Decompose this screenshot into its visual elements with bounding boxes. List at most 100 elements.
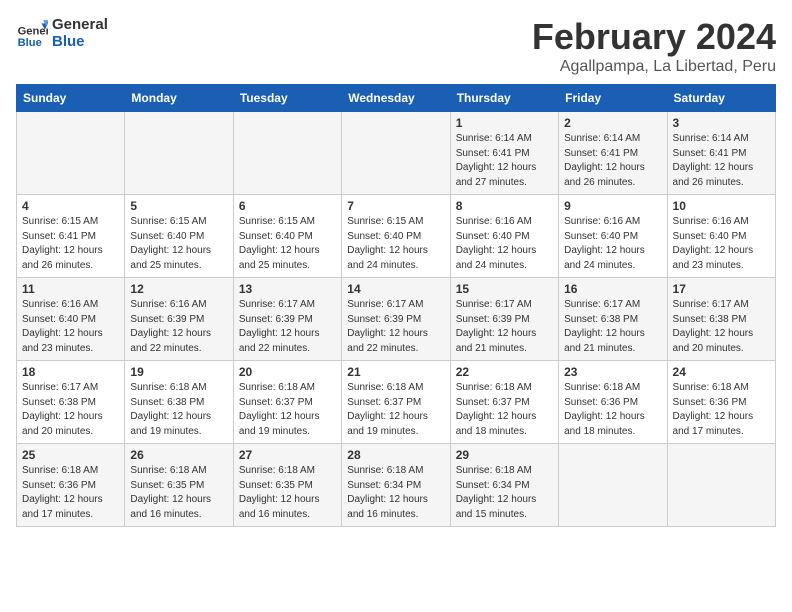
- day-info: Sunrise: 6:16 AM Sunset: 6:39 PM Dayligh…: [130, 298, 227, 356]
- day-number: 23: [564, 365, 661, 379]
- calendar-week-row: 18 Sunrise: 6:17 AM Sunset: 6:38 PM Dayli…: [17, 361, 776, 444]
- title-block: February 2024 Agallpampa, La Libertad, P…: [532, 16, 776, 76]
- day-header-wednesday: Wednesday: [342, 85, 450, 112]
- calendar-cell: 28 Sunrise: 6:18 AM Sunset: 6:34 PM Dayli…: [342, 444, 450, 527]
- day-number: 10: [673, 199, 770, 213]
- day-number: 27: [239, 448, 336, 462]
- calendar-title: February 2024: [532, 16, 776, 58]
- calendar-cell: 11 Sunrise: 6:16 AM Sunset: 6:40 PM Dayli…: [17, 278, 125, 361]
- day-number: 2: [564, 116, 661, 130]
- calendar-cell: 9 Sunrise: 6:16 AM Sunset: 6:40 PM Daylig…: [559, 195, 667, 278]
- calendar-cell: 13 Sunrise: 6:17 AM Sunset: 6:39 PM Dayli…: [233, 278, 341, 361]
- logo-line1: General: [52, 16, 108, 33]
- day-info: Sunrise: 6:14 AM Sunset: 6:41 PM Dayligh…: [564, 132, 661, 190]
- calendar-cell: 1 Sunrise: 6:14 AM Sunset: 6:41 PM Daylig…: [450, 112, 558, 195]
- calendar-cell: 6 Sunrise: 6:15 AM Sunset: 6:40 PM Daylig…: [233, 195, 341, 278]
- calendar-week-row: 11 Sunrise: 6:16 AM Sunset: 6:40 PM Dayli…: [17, 278, 776, 361]
- day-info: Sunrise: 6:15 AM Sunset: 6:40 PM Dayligh…: [347, 215, 444, 273]
- logo-icon: General Blue: [16, 17, 48, 49]
- logo-line2: Blue: [52, 33, 108, 50]
- calendar-subtitle: Agallpampa, La Libertad, Peru: [532, 58, 776, 76]
- calendar-cell: [125, 112, 233, 195]
- calendar-cell: [342, 112, 450, 195]
- day-info: Sunrise: 6:16 AM Sunset: 6:40 PM Dayligh…: [22, 298, 119, 356]
- day-number: 16: [564, 282, 661, 296]
- day-info: Sunrise: 6:17 AM Sunset: 6:39 PM Dayligh…: [239, 298, 336, 356]
- day-number: 26: [130, 448, 227, 462]
- day-number: 24: [673, 365, 770, 379]
- day-header-monday: Monday: [125, 85, 233, 112]
- calendar-week-row: 4 Sunrise: 6:15 AM Sunset: 6:41 PM Daylig…: [17, 195, 776, 278]
- calendar-cell: [559, 444, 667, 527]
- day-number: 18: [22, 365, 119, 379]
- calendar-cell: 27Sunrise: 6:18 AM Sunset: 6:35 PM Dayli…: [233, 444, 341, 527]
- day-info: Sunrise: 6:17 AM Sunset: 6:38 PM Dayligh…: [22, 381, 119, 439]
- calendar-cell: 26 Sunrise: 6:18 AM Sunset: 6:35 PM Dayli…: [125, 444, 233, 527]
- calendar-cell: 7Sunrise: 6:15 AM Sunset: 6:40 PM Daylig…: [342, 195, 450, 278]
- day-number: 11: [22, 282, 119, 296]
- day-info: Sunrise: 6:18 AM Sunset: 6:38 PM Dayligh…: [130, 381, 227, 439]
- calendar-week-row: 25 Sunrise: 6:18 AM Sunset: 6:36 PM Dayli…: [17, 444, 776, 527]
- calendar-cell: 4 Sunrise: 6:15 AM Sunset: 6:41 PM Daylig…: [17, 195, 125, 278]
- day-info: Sunrise: 6:15 AM Sunset: 6:40 PM Dayligh…: [130, 215, 227, 273]
- day-header-tuesday: Tuesday: [233, 85, 341, 112]
- day-info: Sunrise: 6:15 AM Sunset: 6:41 PM Dayligh…: [22, 215, 119, 273]
- calendar-cell: 12Sunrise: 6:16 AM Sunset: 6:39 PM Dayli…: [125, 278, 233, 361]
- day-number: 28: [347, 448, 444, 462]
- day-header-thursday: Thursday: [450, 85, 558, 112]
- calendar-cell: 10 Sunrise: 6:16 AM Sunset: 6:40 PM Dayli…: [667, 195, 775, 278]
- day-info: Sunrise: 6:14 AM Sunset: 6:41 PM Dayligh…: [673, 132, 770, 190]
- calendar-cell: 19 Sunrise: 6:18 AM Sunset: 6:38 PM Dayli…: [125, 361, 233, 444]
- day-info: Sunrise: 6:15 AM Sunset: 6:40 PM Dayligh…: [239, 215, 336, 273]
- day-number: 29: [456, 448, 553, 462]
- calendar-cell: 21Sunrise: 6:18 AM Sunset: 6:37 PM Dayli…: [342, 361, 450, 444]
- calendar-cell: 14Sunrise: 6:17 AM Sunset: 6:39 PM Dayli…: [342, 278, 450, 361]
- calendar-cell: [233, 112, 341, 195]
- day-number: 4: [22, 199, 119, 213]
- day-number: 20: [239, 365, 336, 379]
- calendar-cell: 2 Sunrise: 6:14 AM Sunset: 6:41 PM Daylig…: [559, 112, 667, 195]
- day-info: Sunrise: 6:14 AM Sunset: 6:41 PM Dayligh…: [456, 132, 553, 190]
- calendar-cell: [17, 112, 125, 195]
- day-info: Sunrise: 6:18 AM Sunset: 6:36 PM Dayligh…: [22, 464, 119, 522]
- calendar-cell: 16 Sunrise: 6:17 AM Sunset: 6:38 PM Dayli…: [559, 278, 667, 361]
- svg-text:General: General: [18, 26, 48, 38]
- day-number: 15: [456, 282, 553, 296]
- day-number: 8: [456, 199, 553, 213]
- day-info: Sunrise: 6:18 AM Sunset: 6:37 PM Dayligh…: [239, 381, 336, 439]
- day-info: Sunrise: 6:16 AM Sunset: 6:40 PM Dayligh…: [456, 215, 553, 273]
- day-info: Sunrise: 6:18 AM Sunset: 6:36 PM Dayligh…: [673, 381, 770, 439]
- calendar-cell: 18 Sunrise: 6:17 AM Sunset: 6:38 PM Dayli…: [17, 361, 125, 444]
- day-number: 25: [22, 448, 119, 462]
- day-info: Sunrise: 6:18 AM Sunset: 6:37 PM Dayligh…: [456, 381, 553, 439]
- day-info: Sunrise: 6:17 AM Sunset: 6:39 PM Dayligh…: [456, 298, 553, 356]
- day-number: 3: [673, 116, 770, 130]
- day-info: Sunrise: 6:18 AM Sunset: 6:35 PM Dayligh…: [130, 464, 227, 522]
- day-number: 13: [239, 282, 336, 296]
- day-info: Sunrise: 6:18 AM Sunset: 6:34 PM Dayligh…: [456, 464, 553, 522]
- calendar-cell: 25 Sunrise: 6:18 AM Sunset: 6:36 PM Dayli…: [17, 444, 125, 527]
- day-number: 5: [130, 199, 227, 213]
- day-header-sunday: Sunday: [17, 85, 125, 112]
- calendar-cell: 5 Sunrise: 6:15 AM Sunset: 6:40 PM Daylig…: [125, 195, 233, 278]
- day-header-friday: Friday: [559, 85, 667, 112]
- day-number: 21: [347, 365, 444, 379]
- day-number: 19: [130, 365, 227, 379]
- day-info: Sunrise: 6:18 AM Sunset: 6:36 PM Dayligh…: [564, 381, 661, 439]
- day-number: 9: [564, 199, 661, 213]
- day-info: Sunrise: 6:16 AM Sunset: 6:40 PM Dayligh…: [673, 215, 770, 273]
- calendar-table: SundayMondayTuesdayWednesdayThursdayFrid…: [16, 84, 776, 527]
- day-number: 14: [347, 282, 444, 296]
- day-number: 17: [673, 282, 770, 296]
- svg-text:Blue: Blue: [18, 37, 42, 49]
- day-info: Sunrise: 6:17 AM Sunset: 6:38 PM Dayligh…: [564, 298, 661, 356]
- day-number: 1: [456, 116, 553, 130]
- day-number: 6: [239, 199, 336, 213]
- calendar-week-row: 1 Sunrise: 6:14 AM Sunset: 6:41 PM Daylig…: [17, 112, 776, 195]
- calendar-cell: 20 Sunrise: 6:18 AM Sunset: 6:37 PM Dayli…: [233, 361, 341, 444]
- calendar-cell: 17Sunrise: 6:17 AM Sunset: 6:38 PM Dayli…: [667, 278, 775, 361]
- day-info: Sunrise: 6:16 AM Sunset: 6:40 PM Dayligh…: [564, 215, 661, 273]
- calendar-cell: 24 Sunrise: 6:18 AM Sunset: 6:36 PM Dayli…: [667, 361, 775, 444]
- day-info: Sunrise: 6:18 AM Sunset: 6:34 PM Dayligh…: [347, 464, 444, 522]
- calendar-cell: 3 Sunrise: 6:14 AM Sunset: 6:41 PM Daylig…: [667, 112, 775, 195]
